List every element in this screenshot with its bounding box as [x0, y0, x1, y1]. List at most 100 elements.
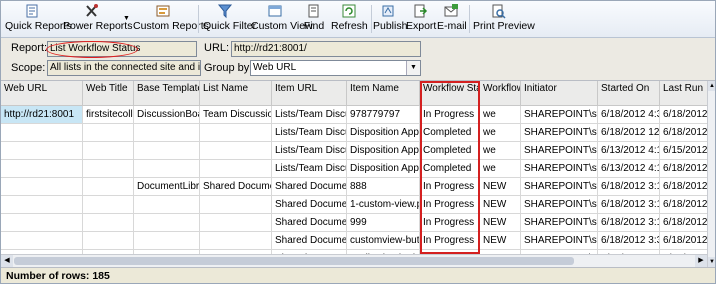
table-cell[interactable] [1, 142, 83, 160]
table-cell[interactable]: 6/18/2012 3:15: [598, 214, 660, 232]
table-cell[interactable]: SHAREPOINT\syster [521, 214, 598, 232]
scroll-left-icon[interactable]: ◀ [1, 255, 13, 267]
table-cell[interactable] [134, 124, 200, 142]
scope-field[interactable]: All lists in the connected site and its … [47, 60, 201, 76]
table-cell[interactable]: 6/18/2012 3 [660, 178, 707, 196]
table-cell[interactable]: 6/18/2012 12:14 [598, 124, 660, 142]
group-by-select[interactable]: Web URL ▼ [250, 60, 421, 76]
table-cell[interactable] [83, 214, 134, 232]
table-cell[interactable]: 6/18/2012 4 [660, 106, 707, 124]
power-reports-button[interactable]: Power Reports [63, 3, 132, 35]
table-cell[interactable]: SHAREPOINT\syster [521, 178, 598, 196]
custom-reports-button[interactable]: Custom Reports [133, 3, 209, 35]
column-header[interactable]: Web URL [1, 81, 83, 106]
table-cell[interactable]: SHAREPOINT\syster [521, 124, 598, 142]
column-header[interactable]: Base Template [134, 81, 200, 106]
column-header[interactable]: Started On [598, 81, 660, 106]
table-cell[interactable]: Lists/Team Discussio [272, 106, 347, 124]
table-cell[interactable]: Shared Documents [200, 178, 272, 196]
column-header[interactable]: List Name [200, 81, 272, 106]
custom-view-button[interactable]: Custom View [251, 3, 313, 35]
table-cell[interactable]: 6/18/2012 3:14: [598, 196, 660, 214]
table-cell[interactable]: SHAREPOINT\syster [521, 142, 598, 160]
table-cell[interactable] [1, 214, 83, 232]
scroll-down-icon[interactable]: ▼ [708, 257, 715, 267]
table-cell[interactable]: SHAREPOINT\syster [521, 196, 598, 214]
scroll-right-icon[interactable]: ▶ [695, 255, 707, 267]
table-cell[interactable]: NEW [480, 232, 521, 250]
table-cell[interactable]: we [480, 142, 521, 160]
print-preview-button[interactable]: Print Preview [473, 3, 535, 35]
table-cell[interactable] [134, 160, 200, 178]
find-button[interactable]: Find [303, 3, 325, 35]
table-cell[interactable]: 6/18/2012 3 [660, 214, 707, 232]
email-button[interactable]: E-mail [437, 3, 467, 35]
table-cell[interactable]: Shared Documents/ [272, 196, 347, 214]
table-cell[interactable]: 6/18/2012 3:38: [598, 232, 660, 250]
table-cell[interactable] [134, 214, 200, 232]
table-cell[interactable]: DiscussionBoard [134, 106, 200, 124]
table-cell[interactable]: Disposition Approva [347, 124, 420, 142]
horizontal-scrollbar[interactable]: ◀ ▶ [1, 254, 707, 267]
table-cell[interactable] [1, 160, 83, 178]
table-cell[interactable]: SHAREPOINT\syster [521, 106, 598, 124]
table-cell[interactable] [134, 142, 200, 160]
table-cell[interactable] [200, 124, 272, 142]
table-cell[interactable]: Disposition Approva [347, 142, 420, 160]
table-cell[interactable]: we [480, 124, 521, 142]
table-cell[interactable]: 999 [347, 214, 420, 232]
table-cell[interactable]: NEW [480, 214, 521, 232]
table-cell[interactable]: 978779797 [347, 106, 420, 124]
table-cell[interactable]: Disposition Approva [347, 160, 420, 178]
table-cell[interactable]: Lists/Team Discussio [272, 124, 347, 142]
table-cell[interactable]: Shared Documents/ [272, 214, 347, 232]
refresh-button[interactable]: Refresh [331, 3, 368, 35]
table-cell[interactable]: 6/18/2012 3:14: [598, 178, 660, 196]
table-cell[interactable]: NEW [480, 178, 521, 196]
scroll-up-icon[interactable]: ▲ [708, 81, 715, 91]
table-cell[interactable] [1, 232, 83, 250]
table-cell[interactable] [200, 142, 272, 160]
table-cell[interactable]: customview-button [347, 232, 420, 250]
table-cell[interactable]: Shared Documents/ [272, 232, 347, 250]
table-cell[interactable] [83, 178, 134, 196]
table-cell[interactable]: 6/18/2012 3 [660, 232, 707, 250]
table-cell[interactable]: 6/13/2012 4:11:4 [598, 160, 660, 178]
table-cell[interactable] [83, 142, 134, 160]
table-cell[interactable]: 888 [347, 178, 420, 196]
column-header[interactable]: Initiator [521, 81, 598, 106]
table-cell[interactable] [83, 232, 134, 250]
table-cell[interactable]: Shared Documents/ [272, 178, 347, 196]
table-cell[interactable] [134, 196, 200, 214]
column-header[interactable]: Web Title [83, 81, 134, 106]
table-cell[interactable]: SHAREPOINT\syster [521, 160, 598, 178]
table-cell[interactable]: http://rd21:8001 [1, 106, 83, 124]
vertical-scrollbar[interactable]: ▲ ▼ [707, 81, 715, 267]
table-cell[interactable]: we [480, 160, 521, 178]
power-reports-dropdown-icon[interactable]: ▼ [123, 15, 130, 22]
url-field[interactable]: http://rd21:8001/ [231, 41, 421, 57]
table-cell[interactable]: 6/13/2012 4:11:2 [598, 142, 660, 160]
chevron-down-icon[interactable]: ▼ [406, 61, 420, 75]
table-cell[interactable]: 6/18/2012 4 [660, 160, 707, 178]
table-cell[interactable] [1, 124, 83, 142]
table-cell[interactable]: 6/18/2012 3 [660, 196, 707, 214]
table-cell[interactable] [83, 196, 134, 214]
table-cell[interactable]: 6/15/2012 1 [660, 142, 707, 160]
column-header[interactable]: Last Run [660, 81, 707, 106]
table-cell[interactable]: 6/18/2012 4:31:5 [598, 106, 660, 124]
column-header[interactable]: Item URL [272, 81, 347, 106]
table-cell[interactable] [83, 124, 134, 142]
quick-reports-button[interactable]: Quick Reports [5, 3, 72, 35]
table-cell[interactable]: 1-custom-view.png [347, 196, 420, 214]
table-cell[interactable] [1, 178, 83, 196]
table-cell[interactable] [200, 214, 272, 232]
table-cell[interactable] [83, 160, 134, 178]
table-cell[interactable] [200, 196, 272, 214]
table-cell[interactable]: Team Discussion [200, 106, 272, 124]
export-button[interactable]: Export [406, 3, 436, 35]
horizontal-scroll-thumb[interactable] [14, 257, 574, 265]
table-cell[interactable]: we [480, 106, 521, 124]
table-cell[interactable]: NEW [480, 196, 521, 214]
table-cell[interactable] [134, 232, 200, 250]
